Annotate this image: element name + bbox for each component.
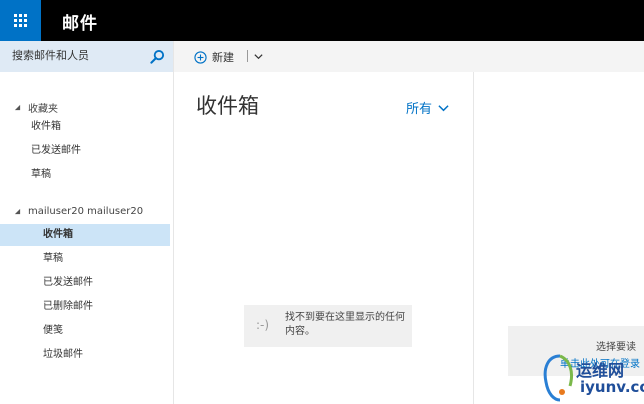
- search-input[interactable]: [12, 49, 147, 62]
- favorites-group-header[interactable]: 收藏夹: [14, 100, 58, 115]
- chevron-down-icon[interactable]: [253, 51, 264, 62]
- new-mail-label: 新建: [212, 51, 234, 64]
- new-mail-button[interactable]: 新建: [194, 48, 234, 66]
- favorite-folder-drafts[interactable]: 草稿: [0, 164, 170, 186]
- app-title: 邮件: [62, 14, 98, 34]
- favorites-label: 收藏夹: [28, 104, 58, 115]
- account-group-header[interactable]: mailuser20 mailuser20: [14, 206, 143, 217]
- account-folder-inbox[interactable]: 收件箱: [0, 224, 170, 246]
- folder-title: 收件箱: [196, 94, 259, 118]
- watermark: 运维网 iyunv.com: [540, 352, 644, 404]
- chevron-down-icon: [438, 104, 449, 111]
- emoticon-icon: :-): [256, 318, 270, 332]
- account-folder-notes[interactable]: 便笺: [0, 320, 170, 342]
- account-folder-deleted[interactable]: 已删除邮件: [0, 296, 170, 318]
- search-icon[interactable]: [150, 49, 165, 64]
- favorite-folder-sent[interactable]: 已发送邮件: [0, 140, 170, 162]
- plus-circle-icon: [194, 50, 207, 64]
- app-launcher-button[interactable]: [0, 0, 41, 41]
- collapse-triangle-icon: [14, 208, 21, 215]
- account-label: mailuser20 mailuser20: [28, 206, 144, 217]
- filter-label: 所有: [406, 102, 433, 117]
- top-bar: 邮件: [0, 0, 644, 41]
- waffle-icon: [14, 14, 27, 27]
- watermark-logo-icon: [543, 354, 574, 402]
- filter-dropdown[interactable]: 所有: [406, 98, 449, 117]
- favorite-folder-inbox[interactable]: 收件箱: [0, 116, 170, 138]
- command-bar: 新建: [174, 41, 644, 72]
- account-folder-sent[interactable]: 已发送邮件: [0, 272, 170, 294]
- account-folder-drafts[interactable]: 草稿: [0, 248, 170, 270]
- search-bar: [0, 41, 174, 72]
- reading-prompt: 选择要读: [596, 342, 636, 353]
- folder-navigation: 收藏夹 收件箱 已发送邮件 草稿 mailuser20 mailuser20 收…: [0, 72, 174, 404]
- empty-message: 找不到要在这里显示的任何内容。: [285, 312, 405, 337]
- watermark-english: iyunv.com: [580, 378, 644, 396]
- command-separator: [247, 50, 248, 62]
- empty-state: :-) 找不到要在这里显示的任何内容。: [244, 305, 412, 347]
- account-folder-junk[interactable]: 垃圾邮件: [0, 344, 170, 366]
- message-list-pane: 收件箱 所有 :-) 找不到要在这里显示的任何内容。: [174, 72, 474, 404]
- collapse-triangle-icon: [14, 104, 21, 111]
